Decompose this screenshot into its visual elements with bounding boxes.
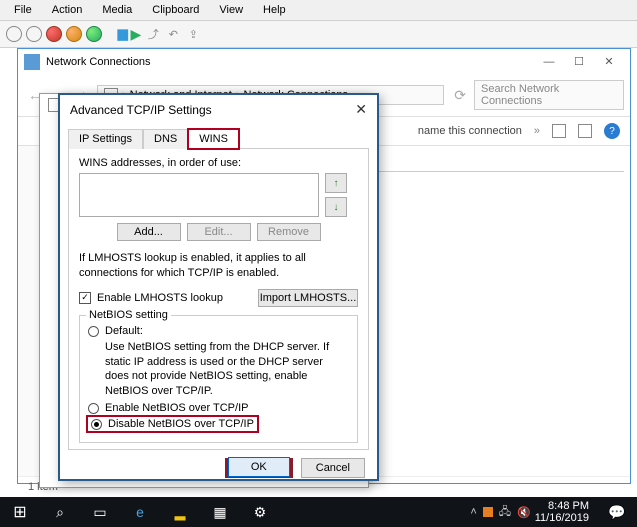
maximize-button[interactable]: ☐ [564,53,594,70]
layout-icon[interactable] [578,124,592,138]
vm-start-icon[interactable] [86,26,102,42]
vm-revert-icon[interactable]: ↶ [165,26,181,42]
lmhosts-help-text: If LMHOSTS lookup is enabled, it applies… [79,251,358,281]
start-button[interactable]: ⊞ [0,497,40,527]
taskbar: ⊞ ⌕ ▭ e ▂ ▦ ⚙ ˄ 🖧 🔇 8:48 PM 11/16/2019 💬 [0,497,637,527]
tray-chevron-icon[interactable]: ˄ [470,506,476,518]
adv-close-button[interactable]: ✕ [355,101,367,118]
wins-addresses-label: WINS addresses, in order of use: [79,157,358,169]
netbios-enable-radio[interactable] [88,403,99,414]
adv-title-text: Advanced TCP/IP Settings [70,103,355,117]
wins-address-listbox[interactable] [79,173,319,217]
vm-play-icon[interactable]: ▶ [131,26,142,43]
close-button[interactable]: ✕ [594,53,624,70]
adv-tabs: IP Settings DNS WINS [60,124,377,148]
enable-lmhosts-checkbox[interactable]: ✓ [79,292,91,304]
vm-pause2-icon[interactable]: ▮▮ [116,25,127,43]
explorer-titlebar: Network Connections — ☐ ✕ [18,49,630,74]
toolbar-rename[interactable]: name this connection [418,125,522,137]
menu-help[interactable]: Help [255,2,294,18]
search-input[interactable]: Search Network Connections [474,80,624,110]
vm-btn-2-icon[interactable] [26,26,42,42]
wins-add-button[interactable]: Add... [117,223,181,241]
ie-icon[interactable]: e [120,497,160,527]
wins-move-down-button[interactable]: ↓ [325,197,347,217]
server-manager-icon[interactable]: ▦ [200,497,240,527]
view-icon[interactable] [552,124,566,138]
adv-wins-panel: WINS addresses, in order of use: ↑ ↓ Add… [68,148,369,450]
vm-share-icon[interactable]: ⇪ [185,26,201,42]
notifications-icon[interactable]: 💬 [597,497,637,527]
network-connections-icon [24,54,40,70]
netbios-legend: NetBIOS setting [86,309,171,321]
vm-btn-1-icon[interactable] [6,26,22,42]
taskbar-clock[interactable]: 8:48 PM 11/16/2019 [535,500,597,524]
import-lmhosts-button[interactable]: Import LMHOSTS... [258,289,358,307]
vm-menubar: File Action Media Clipboard View Help [0,0,637,21]
task-view-icon[interactable]: ▭ [80,497,120,527]
netbios-default-help: Use NetBIOS setting from the DHCP server… [105,340,349,399]
wins-edit-button: Edit... [187,223,251,241]
tray-shield-icon[interactable] [483,507,493,517]
tray-network-icon[interactable]: 🖧 [499,503,511,522]
menu-file[interactable]: File [6,2,40,18]
ok-button[interactable]: OK [228,457,290,477]
wins-remove-button: Remove [257,223,321,241]
file-explorer-icon[interactable]: ▂ [160,497,200,527]
tab-wins[interactable]: WINS [188,129,239,149]
netbios-disable-radio[interactable] [91,419,102,430]
help-icon[interactable]: ? [604,123,620,139]
menu-view[interactable]: View [211,2,251,18]
netbios-fieldset: NetBIOS setting Default: Use NetBIOS set… [79,315,358,443]
netbios-default-label: Default: [105,325,143,337]
menu-clipboard[interactable]: Clipboard [144,2,207,18]
search-taskbar-icon[interactable]: ⌕ [40,497,80,527]
refresh-icon[interactable]: ⟳ [450,87,470,104]
wins-move-up-button[interactable]: ↑ [325,173,347,193]
adv-titlebar: Advanced TCP/IP Settings ✕ [60,95,377,124]
advanced-tcpip-dialog: Advanced TCP/IP Settings ✕ IP Settings D… [58,93,379,481]
ok-highlight: OK [225,458,293,478]
menu-action[interactable]: Action [44,2,91,18]
explorer-title: Network Connections [46,56,151,68]
vm-pause-icon[interactable] [66,26,82,42]
netbios-enable-label: Enable NetBIOS over TCP/IP [105,402,248,414]
vm-toolbar: ▮▮ ▶ ⤴ ↶ ⇪ [0,21,637,48]
tray-volume-icon[interactable]: 🔇 [517,506,531,519]
system-tray[interactable]: ˄ 🖧 🔇 [470,503,534,522]
settings-icon[interactable]: ⚙ [240,497,280,527]
vm-snapshot-icon[interactable]: ⤴ [145,26,161,42]
menu-media[interactable]: Media [94,2,140,18]
enable-lmhosts-label: Enable LMHOSTS lookup [97,292,223,304]
netbios-disable-label: Disable NetBIOS over TCP/IP [108,418,254,430]
cancel-button[interactable]: Cancel [301,458,365,478]
tab-ip-settings[interactable]: IP Settings [68,129,143,149]
tab-dns[interactable]: DNS [143,129,188,149]
vm-stop-icon[interactable] [46,26,62,42]
netbios-default-radio[interactable] [88,326,99,337]
minimize-button[interactable]: — [534,54,564,70]
clock-time: 8:48 PM [535,500,589,512]
clock-date: 11/16/2019 [535,512,589,524]
